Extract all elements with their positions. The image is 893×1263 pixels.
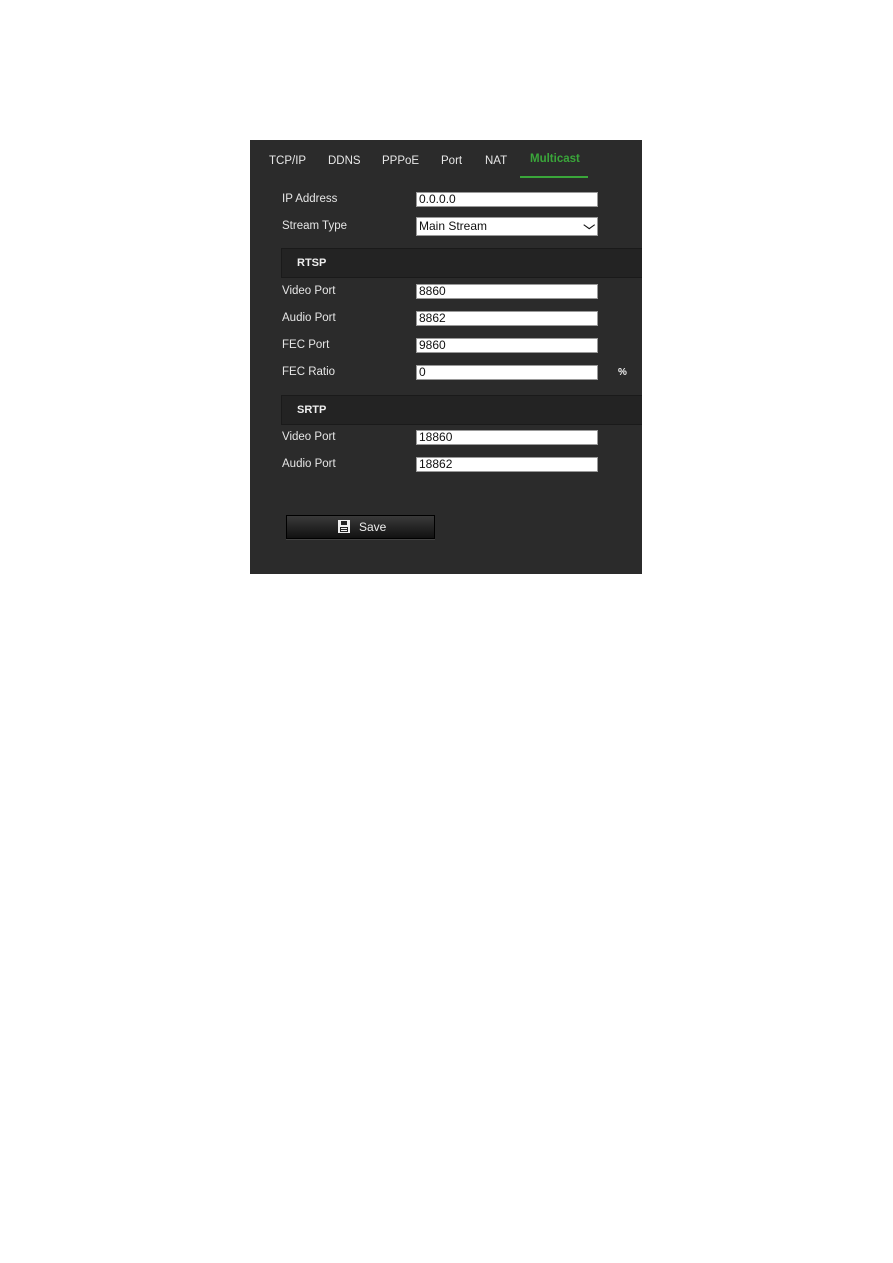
fec-port-input[interactable]: 9860 (416, 338, 598, 353)
fec-port-label: FEC Port (282, 339, 330, 351)
save-button[interactable]: Save (286, 515, 435, 539)
srtp-section-header: SRTP (281, 395, 642, 425)
srtp-audio-port-input[interactable]: 18862 (416, 457, 598, 472)
rtsp-audio-port-input[interactable]: 8862 (416, 311, 598, 326)
multicast-settings-panel: TCP/IP DDNS PPPoE Port NAT Multicast IP … (250, 140, 642, 574)
tab-multicast[interactable]: Multicast (530, 153, 580, 165)
stream-type-select[interactable]: Main Stream ⌵ (416, 217, 598, 236)
rtsp-audio-port-label: Audio Port (282, 312, 336, 324)
rtsp-video-port-label: Video Port (282, 285, 336, 297)
tab-nat[interactable]: NAT (485, 155, 507, 167)
tab-tcpip[interactable]: TCP/IP (269, 155, 306, 167)
tab-ddns[interactable]: DDNS (328, 155, 361, 167)
srtp-audio-port-label: Audio Port (282, 458, 336, 470)
percent-unit: % (618, 367, 627, 378)
rtsp-section-header: RTSP (281, 248, 642, 278)
fec-ratio-label: FEC Ratio (282, 366, 336, 378)
ip-address-label: IP Address (282, 193, 338, 205)
floppy-disk-icon (338, 520, 350, 533)
ip-address-input[interactable]: 0.0.0.0 (416, 192, 598, 207)
chevron-down-icon: ⌵ (582, 220, 595, 232)
active-tab-indicator (520, 176, 588, 178)
tab-port[interactable]: Port (441, 155, 462, 167)
rtsp-video-port-input[interactable]: 8860 (416, 284, 598, 299)
tab-pppoe[interactable]: PPPoE (382, 155, 419, 167)
stream-type-label: Stream Type (282, 220, 347, 232)
srtp-title: SRTP (297, 404, 327, 416)
srtp-video-port-label: Video Port (282, 431, 336, 443)
save-label: Save (359, 520, 387, 534)
rtsp-title: RTSP (297, 257, 327, 269)
stream-type-value: Main Stream (419, 219, 488, 233)
srtp-video-port-input[interactable]: 18860 (416, 430, 598, 445)
fec-ratio-input[interactable]: 0 (416, 365, 598, 380)
